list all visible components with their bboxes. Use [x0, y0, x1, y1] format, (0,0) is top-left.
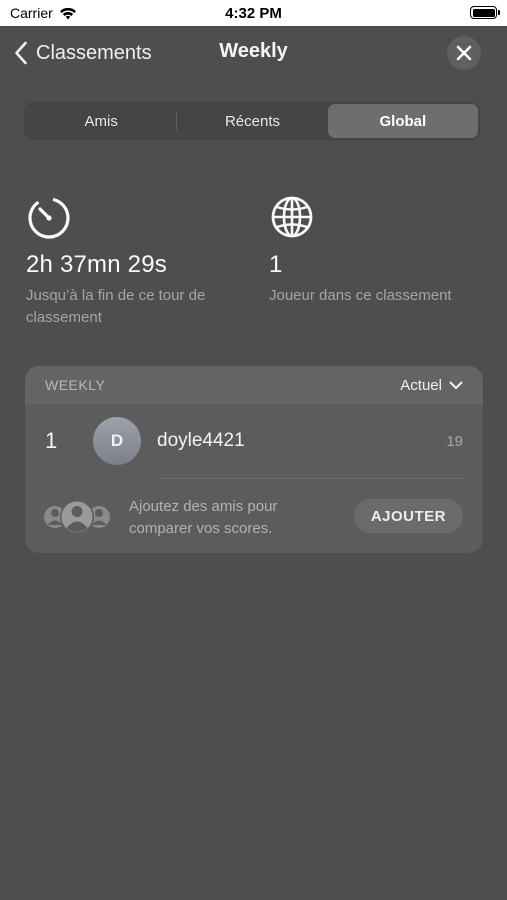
leaderboard-row[interactable]: 1 D doyle4421 19	[25, 404, 483, 478]
time-remaining-value: 2h 37mn 29s	[26, 251, 167, 278]
player-count-stat: 1 Joueur dans ce classement	[269, 195, 479, 307]
timer-icon	[28, 197, 70, 239]
avatar: D	[93, 417, 141, 465]
close-button[interactable]	[447, 36, 481, 70]
leaderboard-card: WEEKLY Actuel 1 D doyle4421 19 Ajoutez d…	[25, 366, 483, 553]
add-friends-button[interactable]: AJOUTER	[353, 499, 463, 533]
nav-header: Classements Weekly	[0, 26, 507, 82]
player-rank: 1	[45, 428, 58, 453]
tab-recent[interactable]: Récents	[177, 104, 327, 138]
friends-group-icon	[44, 500, 110, 534]
scope-segmented-control: Amis Récents Global	[24, 102, 480, 140]
battery-icon	[470, 6, 500, 19]
player-username: doyle4421	[157, 430, 245, 451]
tab-global[interactable]: Global	[327, 104, 478, 138]
player-score: 19	[446, 432, 463, 450]
avatar-initial: D	[110, 431, 124, 450]
time-remaining-stat: 2h 37mn 29s Jusqu’à la fin de ce tour de…	[26, 195, 236, 329]
tab-friends[interactable]: Amis	[26, 104, 176, 138]
back-label: Classements	[36, 41, 152, 64]
back-button[interactable]: Classements	[14, 38, 152, 68]
period-dropdown[interactable]: Actuel	[400, 377, 463, 394]
invite-friends-row: Ajoutez des amis pour comparer vos score…	[25, 479, 483, 553]
player-count-value: 1	[269, 251, 283, 278]
invite-message: Ajoutez des amis pour comparer vos score…	[129, 498, 278, 537]
clock: 4:32 PM	[225, 5, 282, 22]
leaderboard-title: WEEKLY	[45, 377, 106, 393]
chevron-down-icon	[449, 381, 463, 389]
globe-icon	[271, 196, 313, 238]
time-remaining-caption: Jusqu’à la fin de ce tour de classement	[26, 287, 206, 326]
chevron-left-icon	[15, 41, 27, 65]
close-icon	[456, 45, 472, 61]
player-count-caption: Joueur dans ce classement	[269, 287, 452, 304]
status-bar: Carrier 4:32 PM	[0, 0, 507, 26]
period-label: Actuel	[400, 376, 442, 394]
leaderboard-header: WEEKLY Actuel	[25, 366, 483, 404]
